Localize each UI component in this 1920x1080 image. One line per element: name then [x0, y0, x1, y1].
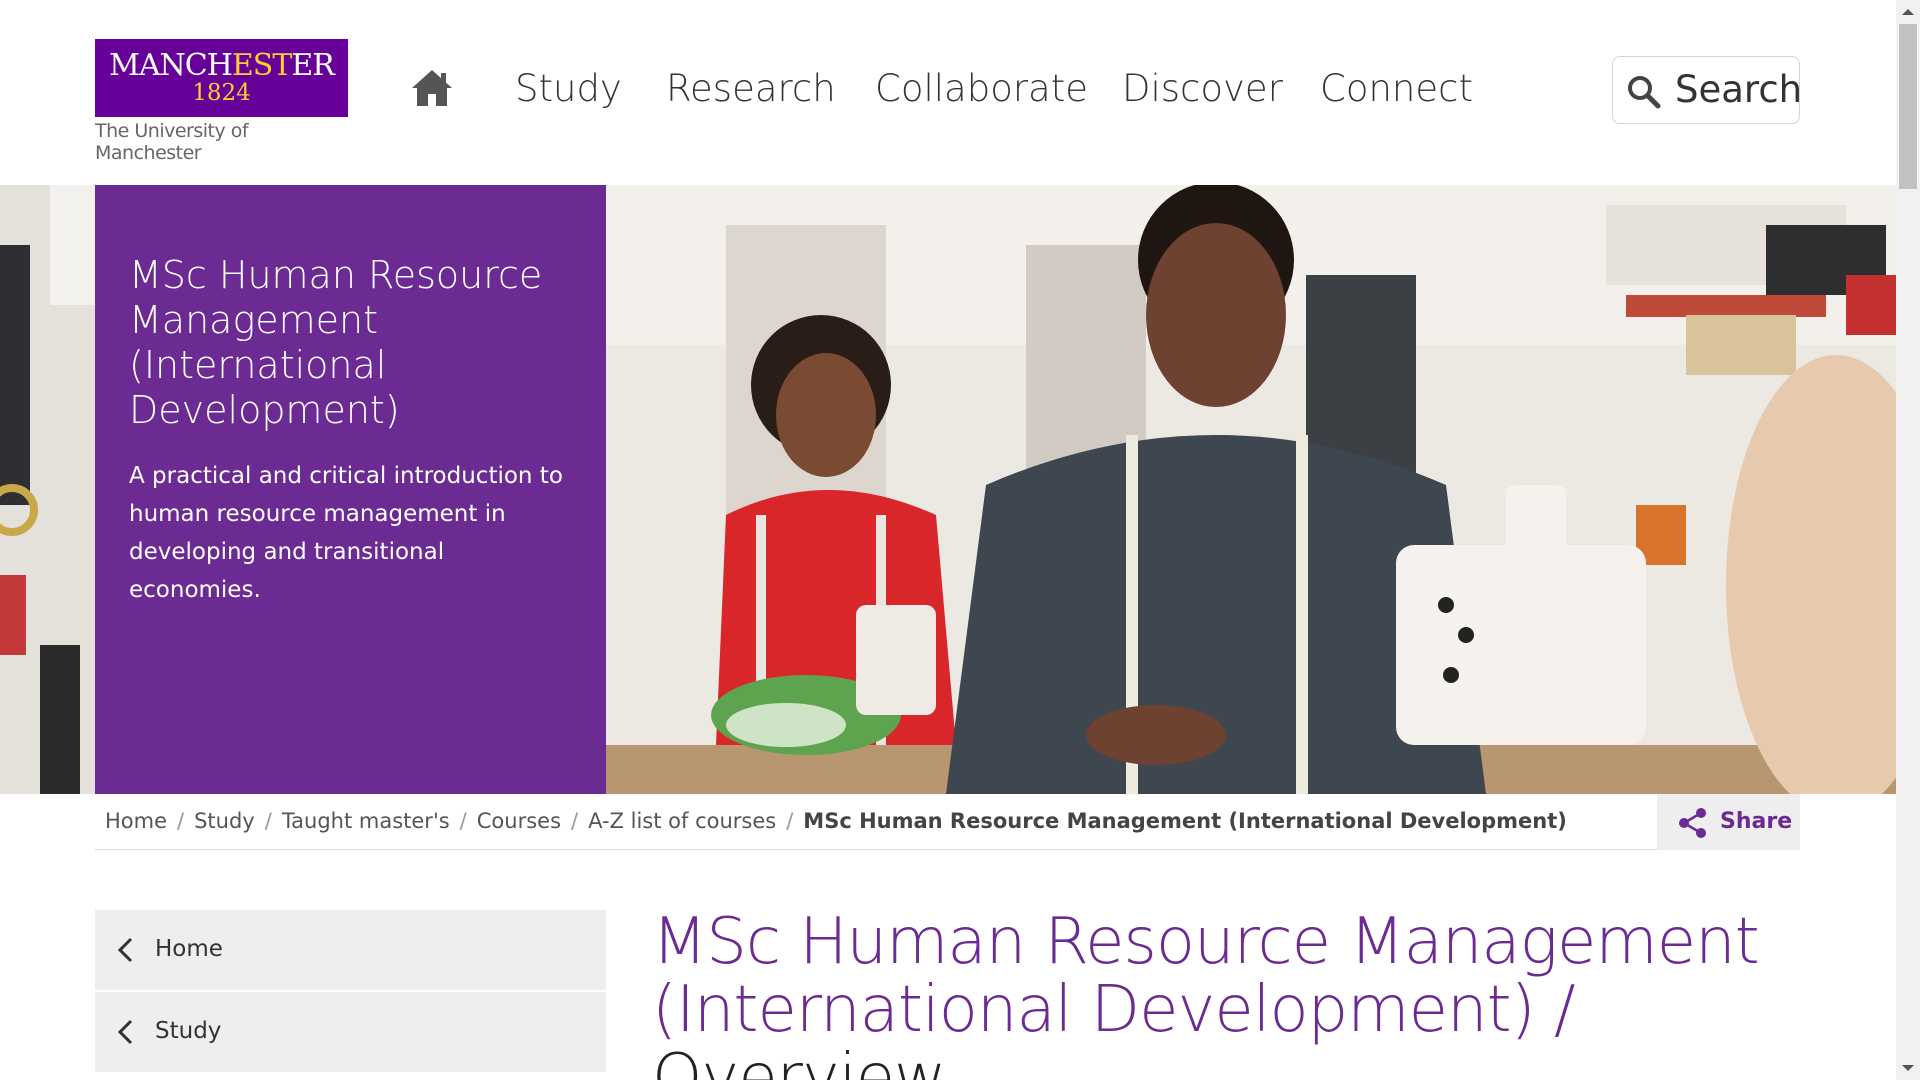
page-title: MSc Human Resource Management (Internati…: [652, 908, 1802, 1080]
page-title-separator: /: [1534, 973, 1576, 1047]
logo-wordmark: MANCHESTER: [109, 48, 335, 83]
breadcrumb-separator: /: [264, 809, 272, 833]
share-label: Share: [1720, 809, 1793, 834]
hero-background-image: [0, 185, 95, 794]
breadcrumb-separator: /: [786, 809, 794, 833]
share-icon: [1679, 808, 1706, 838]
nav-connect[interactable]: Connect: [1320, 66, 1473, 112]
side-nav-label: Study: [155, 1018, 222, 1044]
vertical-scrollbar[interactable]: [1896, 0, 1920, 1080]
scroll-down-arrow-icon[interactable]: [1896, 1056, 1920, 1080]
search-button[interactable]: Search: [1612, 56, 1803, 124]
breadcrumb-taught-masters[interactable]: Taught master's: [282, 809, 450, 833]
page-title-section: Overview: [652, 1041, 946, 1080]
nav-study[interactable]: Study: [515, 66, 622, 112]
nav-research[interactable]: Research: [666, 66, 836, 112]
logo-year: 1824: [192, 80, 251, 106]
scrollbar-thumb[interactable]: [1899, 24, 1917, 189]
chevron-left-icon: [117, 1019, 133, 1045]
share-button[interactable]: Share: [1657, 794, 1800, 850]
side-nav-home[interactable]: Home: [95, 910, 606, 990]
hero-description: A practical and critical introduction to…: [129, 463, 563, 603]
page: MANCHESTER 1824 The University of Manche…: [0, 0, 1920, 1080]
breadcrumb-separator: /: [571, 809, 579, 833]
search-label: Search: [1675, 68, 1803, 111]
nav-collaborate[interactable]: Collaborate: [875, 66, 1088, 112]
page-title-main: MSc Human Resource Management (Internati…: [652, 905, 1760, 1047]
breadcrumb: Home / Study / Taught master's / Courses / A-Z l…: [105, 809, 1567, 833]
logo-subtitle: The University of Manchester: [95, 120, 249, 164]
university-logo[interactable]: MANCHESTER 1824: [95, 39, 348, 117]
scroll-up-arrow-icon[interactable]: [1896, 0, 1920, 24]
hero-title: MSc Human Resource Management (Internati…: [129, 253, 543, 432]
breadcrumb-separator: /: [177, 809, 185, 833]
hero-panel: MSc Human Resource Management (Internati…: [95, 185, 606, 794]
breadcrumb-courses[interactable]: Courses: [477, 809, 561, 833]
breadcrumb-separator: /: [459, 809, 467, 833]
hero-image: [606, 185, 1896, 794]
breadcrumb-home[interactable]: Home: [105, 809, 167, 833]
nav-discover[interactable]: Discover: [1122, 66, 1283, 112]
home-icon[interactable]: [410, 68, 454, 108]
breadcrumb-az-list[interactable]: A-Z list of courses: [588, 809, 776, 833]
breadcrumb-study[interactable]: Study: [194, 809, 255, 833]
side-nav-label: Home: [155, 936, 223, 962]
breadcrumb-bar: Home / Study / Taught master's / Courses / A-Z l…: [95, 794, 1800, 850]
breadcrumb-current: MSc Human Resource Management (Internati…: [803, 809, 1567, 833]
chevron-left-icon: [117, 937, 133, 963]
search-icon: [1628, 76, 1661, 109]
side-nav-study[interactable]: Study: [95, 992, 606, 1072]
